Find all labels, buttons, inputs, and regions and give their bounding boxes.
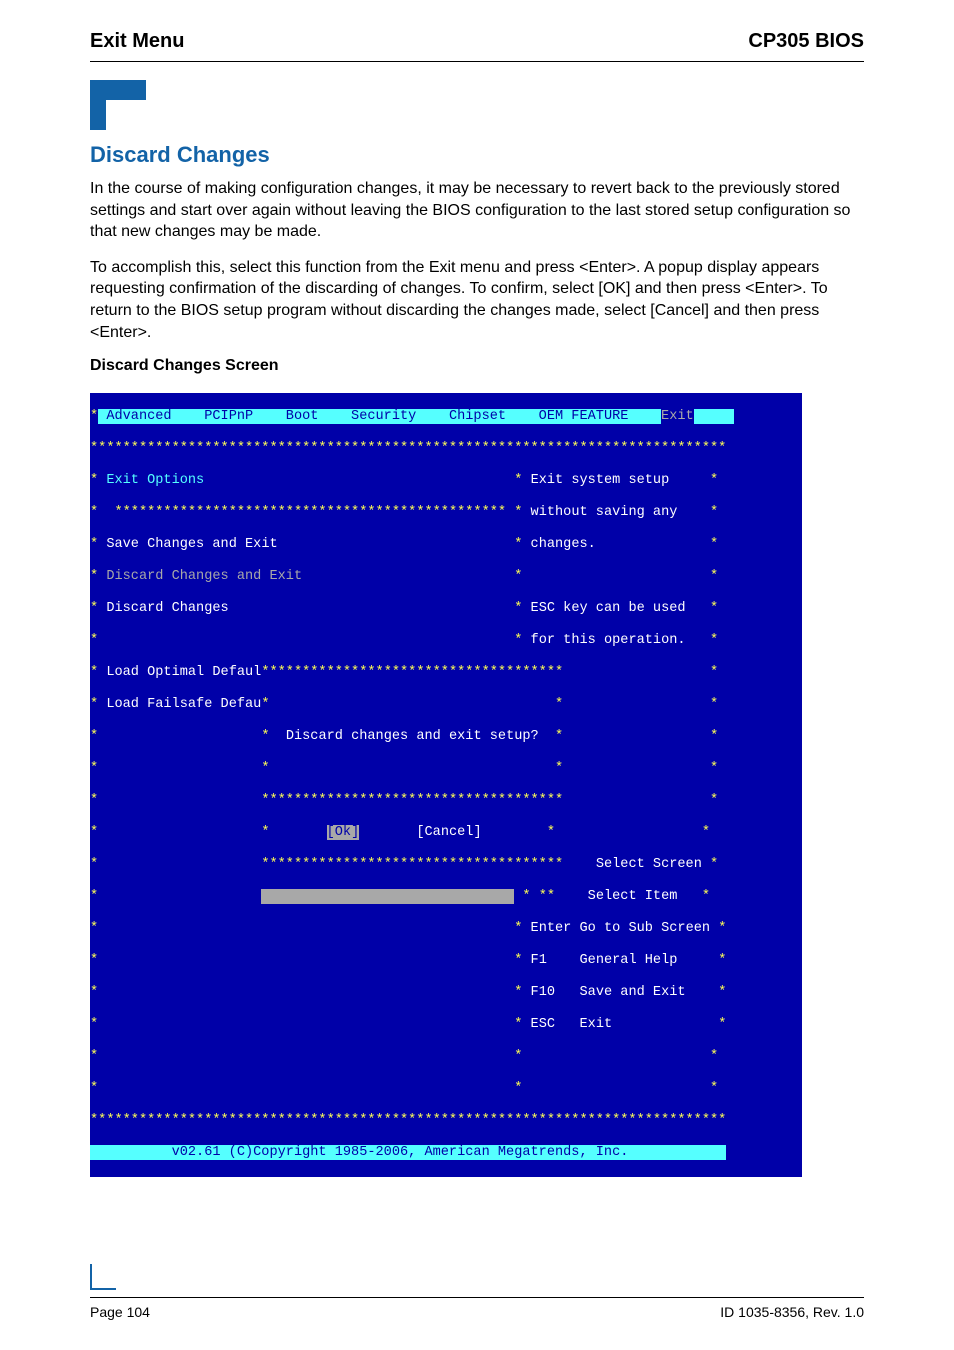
corner-decoration-icon: [90, 1264, 116, 1290]
page-number: Page 104: [90, 1304, 150, 1320]
menu-discard-changes[interactable]: Discard Changes: [106, 601, 228, 616]
bios-footer: v02.61 (C)Copyright 1985-2006, American …: [172, 1145, 629, 1160]
menu-exit-options: Exit Options: [106, 473, 204, 488]
menu-load-failsafe[interactable]: Load Failsafe Defau: [106, 697, 261, 712]
menu-discard-exit[interactable]: Discard Changes and Exit: [106, 569, 302, 584]
nav-select-screen: Select Screen: [596, 857, 702, 872]
sub-heading: Discard Changes Screen: [90, 357, 864, 375]
bios-tab-exit[interactable]: Exit: [661, 409, 694, 424]
body-paragraph-2: To accomplish this, select this function…: [90, 257, 864, 343]
dialog-message: Discard changes and exit setup?: [286, 729, 539, 744]
doc-id: ID 1035-8356, Rev. 1.0: [720, 1304, 864, 1320]
help-line: for this operation.: [531, 633, 686, 648]
bios-screen: * Advanced PCIPnP Boot Security Chipset …: [90, 393, 802, 1177]
nav-enter: Go to Sub Screen: [580, 921, 711, 936]
header-rule: [90, 61, 864, 62]
nav-select-item: Select Item: [588, 889, 678, 904]
header-right: CP305 BIOS: [748, 30, 864, 53]
menu-load-optimal[interactable]: Load Optimal Defaul: [106, 665, 261, 680]
help-line: Exit system setup: [531, 473, 670, 488]
bios-tab-bar[interactable]: Advanced PCIPnP Boot Security Chipset OE…: [98, 409, 661, 424]
nav-esc: Exit: [580, 1017, 613, 1032]
dialog-cancel-button[interactable]: [Cancel]: [416, 825, 481, 840]
help-line: ESC key can be used: [531, 601, 686, 616]
header-left: Exit Menu: [90, 30, 184, 53]
section-title: Discard Changes: [90, 142, 864, 168]
menu-save-exit[interactable]: Save Changes and Exit: [106, 537, 277, 552]
body-paragraph-1: In the course of making configuration ch…: [90, 178, 864, 243]
brand-logo-icon: [90, 80, 146, 130]
nav-f10: Save and Exit: [580, 985, 686, 1000]
dialog-ok-button[interactable]: [Ok]: [327, 825, 360, 840]
help-line: without saving any: [531, 505, 678, 520]
nav-f1: General Help: [580, 953, 678, 968]
help-line: changes.: [531, 537, 596, 552]
